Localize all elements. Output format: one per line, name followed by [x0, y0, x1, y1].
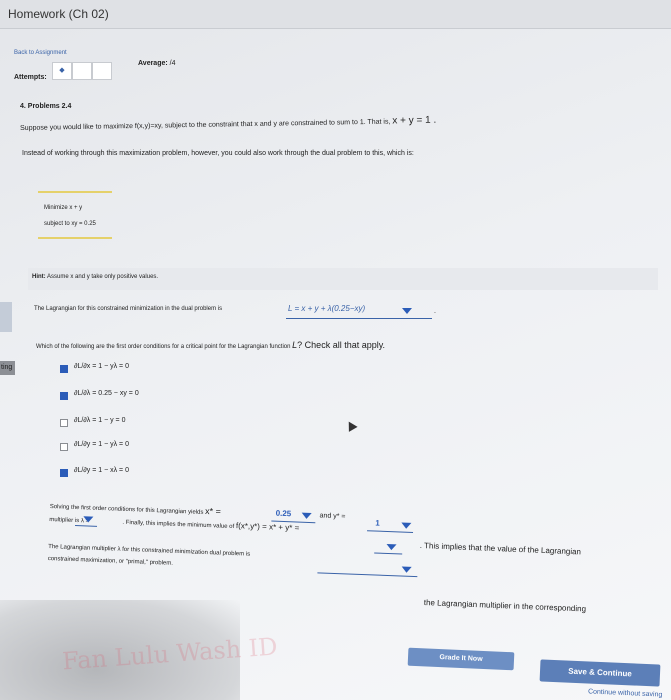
- side-panel-tab[interactable]: [0, 302, 12, 332]
- problem-number: 4. Problems 2.4: [20, 103, 72, 110]
- lambda-relationship-dropdown[interactable]: [317, 560, 418, 578]
- solution-line-3: The Lagrangian multiplier λ for this con…: [48, 543, 251, 558]
- constraint-equation: x + y = 1 .: [392, 114, 437, 127]
- hint-text: Assume x and y take only positive values…: [47, 274, 159, 280]
- lagrangian-dropdown[interactable]: L = x + y + λ(0.25−xy): [286, 304, 432, 319]
- chevron-down-icon: [301, 512, 312, 520]
- foc-question-suffix: ? Check all that apply.: [297, 340, 386, 350]
- screen-photo: Homework (Ch 02) Back to Assignment Atte…: [0, 0, 671, 700]
- back-to-assignment-link[interactable]: Back to Assignment: [14, 50, 67, 56]
- y-star-dropdown[interactable]: 1: [367, 518, 414, 533]
- chevron-down-icon: [386, 543, 397, 551]
- foc-option-label: ∂L/∂x = 1 − yλ = 0: [74, 363, 129, 370]
- continue-without-saving-link[interactable]: Continue without saving: [588, 688, 663, 698]
- foc-option-label: ∂L/∂y = 1 − yλ = 0: [74, 441, 129, 448]
- attempt-indicator-2: [72, 62, 92, 80]
- min-value-dropdown[interactable]: [374, 540, 403, 555]
- lagrangian-prompt: The Lagrangian for this constrained mini…: [34, 306, 223, 312]
- mouse-cursor-icon: [344, 419, 358, 432]
- attempts-label: Attempts:: [14, 74, 47, 81]
- x-star-value: 0.25: [275, 508, 292, 519]
- dual-box-top-rule: [38, 191, 112, 193]
- attempt-indicator-1: ◆: [52, 62, 72, 80]
- page-title: Homework (Ch 02): [8, 7, 109, 21]
- foc-question-text: Which of the following are the first ord…: [36, 344, 291, 350]
- checkbox-checked[interactable]: [60, 365, 68, 373]
- problem-statement: Suppose you would like to maximize f(x,y…: [20, 111, 660, 133]
- checkbox-unchecked[interactable]: [60, 443, 68, 451]
- chevron-down-icon: [83, 516, 94, 523]
- dual-objective: Minimize x + y: [44, 205, 83, 211]
- dual-problem-intro: Instead of working through this maximiza…: [22, 150, 414, 157]
- objective-at-optimum: f(x*,y*) = x* + y* =: [235, 521, 300, 533]
- side-label: ting: [0, 361, 15, 375]
- average-score: Average: /4: [138, 60, 176, 67]
- problem-statement-text: Suppose you would like to maximize f(x,y…: [20, 118, 391, 132]
- lagrangian-selected: L = x + y + λ(0.25−xy): [288, 304, 366, 313]
- lagrangian-suffix: .: [434, 308, 436, 315]
- foc-option-label: ∂L/∂λ = 1 − y = 0: [74, 417, 126, 424]
- grade-it-now-button[interactable]: Grade It Now: [407, 647, 515, 671]
- page-header: Homework (Ch 02): [0, 0, 671, 29]
- chevron-down-icon: [401, 522, 412, 529]
- dual-constraint: subject to xy = 0.25: [44, 221, 96, 227]
- checkbox-checked[interactable]: [60, 392, 68, 400]
- attempt-indicator-3: [92, 62, 112, 80]
- lambda-dropdown[interactable]: [75, 512, 98, 527]
- y-star-value: 1: [375, 518, 380, 528]
- foc-option-label: ∂L/∂λ = 0.25 − xy = 0: [74, 390, 139, 397]
- solution-line-4: constrained maximization, or "primal," p…: [47, 555, 174, 567]
- dual-box-bottom-rule: [38, 237, 112, 239]
- foc-question: Which of the following are the first ord…: [36, 340, 385, 350]
- hint: Hint: Assume x and y take only positive …: [32, 274, 158, 280]
- checkbox-checked[interactable]: [60, 469, 68, 477]
- x-star-dropdown[interactable]: 0.25: [271, 508, 316, 524]
- average-label: Average:: [138, 60, 168, 67]
- average-value: /4: [169, 60, 176, 67]
- foc-option-label: ∂L/∂y = 1 − xλ = 0: [74, 467, 129, 474]
- chevron-down-icon: [402, 308, 412, 314]
- minimum-value-text: . Finally, this implies the minimum valu…: [122, 519, 235, 531]
- x-star-label: x* =: [204, 505, 222, 517]
- y-star-label: and y* =: [319, 512, 346, 521]
- chevron-down-icon: [401, 566, 412, 573]
- checkbox-unchecked[interactable]: [60, 419, 68, 427]
- save-and-continue-button[interactable]: Save & Continue: [539, 659, 661, 687]
- hint-label: Hint:: [32, 274, 46, 280]
